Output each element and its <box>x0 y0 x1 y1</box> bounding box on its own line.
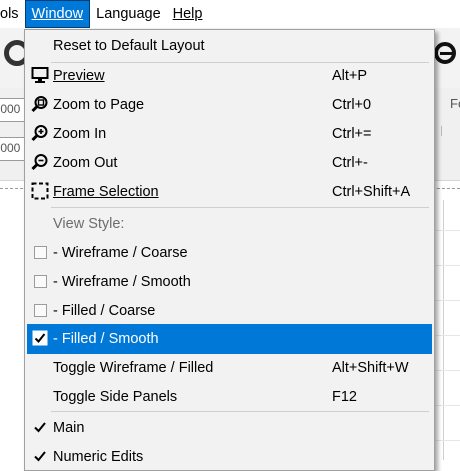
menu-separator <box>51 411 429 412</box>
preview-label: Preview <box>53 67 105 84</box>
divider-small <box>441 126 442 136</box>
zoom-out-item[interactable]: Zoom Out Ctrl+- <box>27 148 432 177</box>
frame-selection-label: Frame Selection <box>53 183 159 200</box>
zoom-page-icon <box>31 95 49 113</box>
checkbox-unchecked <box>31 301 49 319</box>
menu-tools[interactable]: ols <box>0 0 25 28</box>
menu-language[interactable]: Language <box>90 0 167 28</box>
view-style-filled-smooth[interactable]: - Filled / Smooth <box>27 324 432 354</box>
window-menu-dropdown: Reset to Default Layout Preview Alt+P Zo… <box>24 29 435 471</box>
zoom-in-icon <box>31 124 49 142</box>
view-style-wireframe-coarse[interactable]: - Wireframe / Coarse <box>27 238 432 267</box>
toggle-side-panels-item[interactable]: Toggle Side Panels F12 <box>27 382 432 411</box>
zoom-to-page-item[interactable]: Zoom to Page Ctrl+0 <box>27 90 432 119</box>
grid-line <box>436 335 460 336</box>
grid-line <box>436 370 460 371</box>
zoom-out-icon <box>31 153 49 171</box>
panel-label-partial: Fo <box>450 96 460 111</box>
grid-line <box>436 440 460 441</box>
check-icon <box>31 329 49 347</box>
zoom-in-item[interactable]: Zoom In Ctrl+= <box>27 119 432 148</box>
toolbar-tool-icon-bar <box>440 52 454 55</box>
grid-line <box>436 300 460 301</box>
canvas-ruler <box>443 200 444 460</box>
check-icon <box>31 447 49 465</box>
menu-bar: ols Window Language Help <box>0 0 460 28</box>
checkbox-unchecked <box>31 243 49 261</box>
toggle-wireframe-item[interactable]: Toggle Wireframe / Filled Alt+Shift+W <box>27 353 432 382</box>
preview-shortcut: Alt+P <box>332 67 368 84</box>
panel-numeric-edits-item[interactable]: Numeric Edits <box>27 442 432 471</box>
view-style-filled-coarse[interactable]: - Filled / Coarse <box>27 296 432 325</box>
checkbox-unchecked <box>31 272 49 290</box>
view-style-wireframe-smooth[interactable]: - Wireframe / Smooth <box>27 267 432 296</box>
preview-item[interactable]: Preview Alt+P <box>27 61 432 90</box>
menu-help[interactable]: Help <box>167 0 209 28</box>
menu-window[interactable]: Window <box>24 0 91 28</box>
panel-main-item[interactable]: Main <box>27 413 432 442</box>
frame-selection-item[interactable]: Frame Selection Ctrl+Shift+A <box>27 177 432 206</box>
check-icon <box>31 418 49 436</box>
grid-line <box>436 230 460 231</box>
monitor-icon <box>31 66 49 84</box>
grid-line <box>436 265 460 266</box>
grid-line <box>436 405 460 406</box>
menu-separator <box>51 207 429 208</box>
view-style-header: View Style: <box>53 215 125 232</box>
reset-layout-item[interactable]: Reset to Default Layout <box>27 31 432 60</box>
frame-selection-icon <box>31 182 49 200</box>
